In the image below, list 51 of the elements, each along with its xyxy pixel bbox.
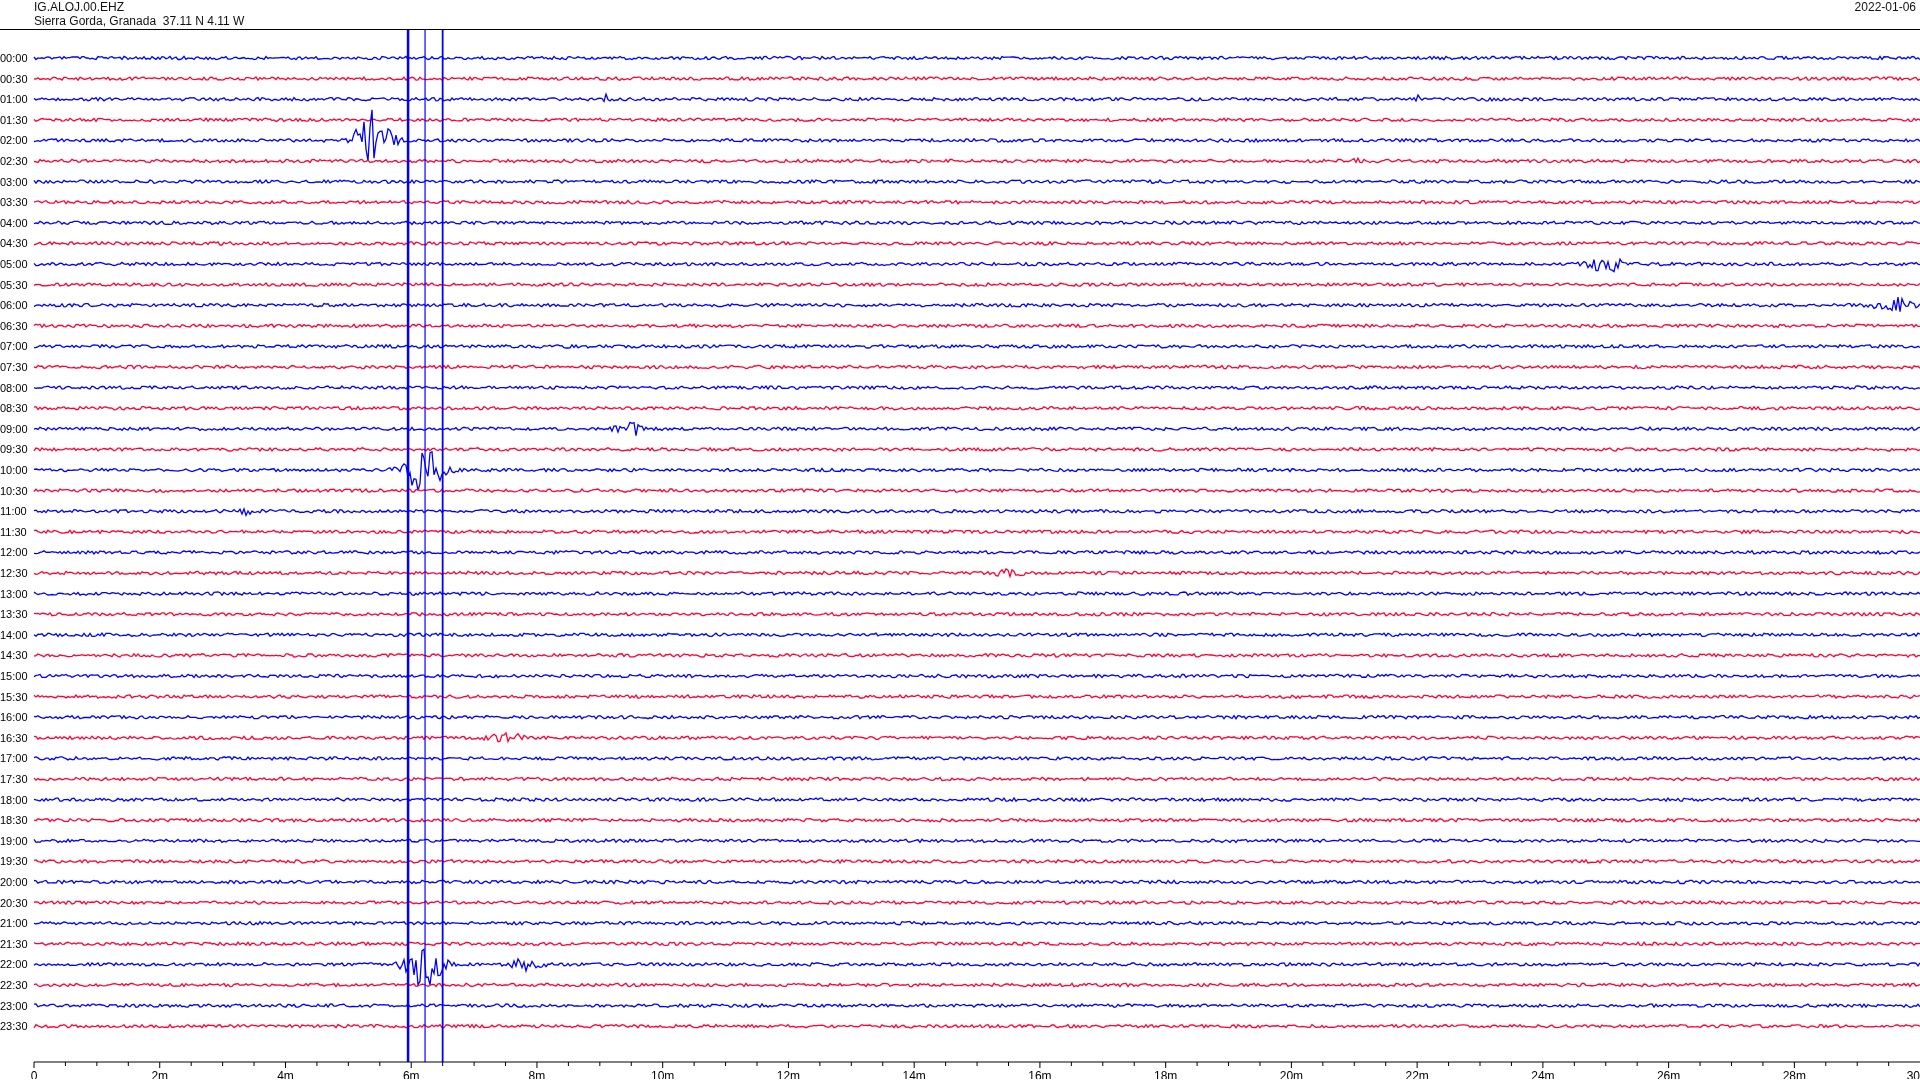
hour-label: 07:30 (0, 361, 28, 373)
hour-label: 02:30 (0, 155, 28, 167)
hour-label: 23:30 (0, 1020, 28, 1033)
hour-label: 03:30 (0, 196, 28, 209)
hour-label: 13:30 (0, 608, 28, 621)
hour-label: 08:00 (0, 381, 28, 394)
hour-label: 08:30 (0, 402, 28, 415)
hour-label: 11:00 (0, 505, 27, 518)
hour-label: 06:30 (0, 319, 28, 332)
hour-label: 09:30 (0, 443, 28, 456)
hour-label: 01:00 (0, 93, 28, 106)
station-code: IG.ALOJ.00.EHZ (34, 0, 126, 14)
hour-label: 05:30 (0, 278, 28, 291)
hour-label: 13:00 (0, 587, 28, 600)
hour-label: 03:00 (0, 175, 28, 188)
hour-label: 22:30 (0, 979, 28, 991)
hour-label: 14:00 (0, 628, 28, 641)
hour-label: 18:30 (0, 814, 28, 827)
hour-label: 19:00 (0, 834, 28, 847)
hour-label: 16:30 (0, 731, 28, 744)
hour-label: 20:00 (0, 876, 28, 888)
hour-label: 22:00 (0, 958, 28, 971)
hour-label: 10:00 (0, 464, 28, 476)
hour-label: 20:30 (0, 896, 28, 909)
hour-label: 06:00 (0, 299, 28, 312)
hour-label: 02:00 (0, 134, 28, 147)
station-location: Sierra Gorda, Granada 37.11 N 4.11 W (34, 14, 245, 28)
hour-label: 18:00 (0, 793, 28, 806)
hour-label: 09:00 (0, 422, 28, 435)
hour-label: 12:30 (0, 567, 28, 579)
hour-label: 05:00 (0, 258, 28, 270)
hour-label: 17:00 (0, 752, 28, 765)
hour-label: 15:30 (0, 690, 28, 703)
hour-label: 10:30 (0, 484, 28, 497)
hour-label: 19:30 (0, 855, 28, 868)
hour-label: 01:30 (0, 113, 28, 126)
hour-label: 16:00 (0, 711, 28, 724)
hour-label: 00:00 (0, 52, 28, 64)
date-label: 2022-01-06 (1854, 0, 1916, 14)
hour-label: 23:00 (0, 999, 28, 1012)
hour-label: 17:30 (0, 773, 28, 785)
hour-label: 21:00 (0, 917, 28, 930)
hour-label: 12:00 (0, 546, 28, 559)
hour-label: 00:30 (0, 72, 28, 85)
hour-label: 07:00 (0, 340, 28, 353)
hour-label: 04:30 (0, 237, 28, 250)
hour-label: 14:30 (0, 649, 28, 662)
hour-label: 04:00 (0, 216, 28, 229)
hour-label: 15:00 (0, 670, 28, 682)
hour-label: 11:30 (0, 525, 27, 538)
hour-label: 21:30 (0, 937, 28, 950)
